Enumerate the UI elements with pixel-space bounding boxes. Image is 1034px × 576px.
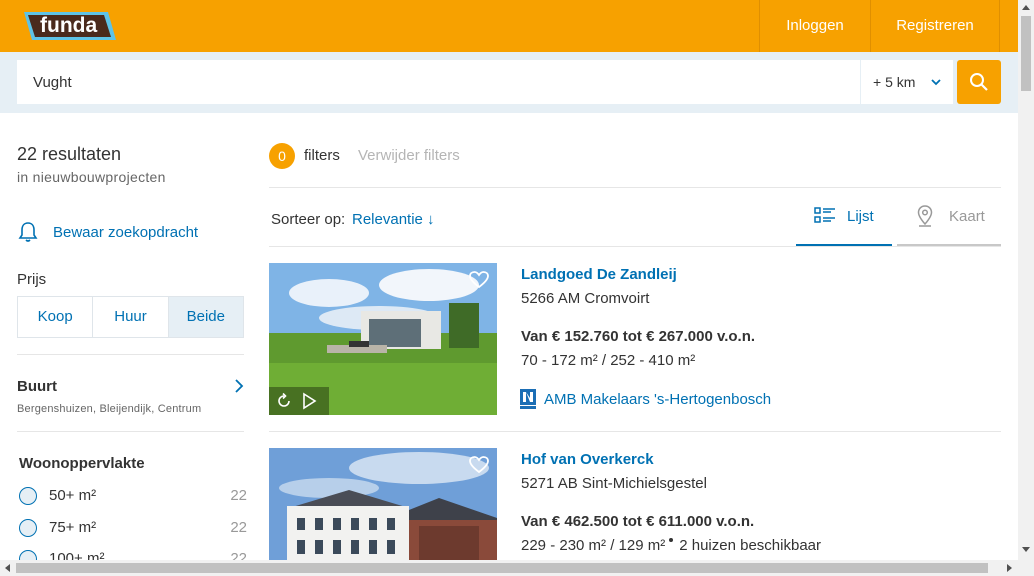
sort-select[interactable]: Relevantie ↓: [352, 211, 435, 228]
woon-option-label: 50+ m²: [49, 487, 97, 504]
location-search-input[interactable]: [17, 60, 860, 104]
woon-option[interactable]: 50+ m² 22: [19, 486, 247, 506]
sort-label: Sorteer op:: [271, 211, 346, 228]
listing-divider: [269, 431, 1001, 432]
listing-availability: 2 huizen beschikbaar: [679, 537, 821, 554]
buurt-filter-summary: Bergenshuizen, Bleijendijk, Centrum: [17, 403, 202, 415]
tab-list-view[interactable]: Lijst: [796, 192, 892, 246]
listing-size: 229 - 230 m² / 129 m²: [521, 537, 666, 554]
radio-button[interactable]: [19, 487, 37, 505]
login-link[interactable]: Inloggen: [759, 0, 870, 52]
top-header: funda Inloggen Registreren: [0, 0, 1018, 52]
filters-label[interactable]: filters: [304, 147, 340, 164]
results-count: 22 resultaten: [17, 144, 122, 164]
radius-value: + 5 km: [873, 74, 916, 90]
scroll-right-arrow[interactable]: [1007, 564, 1012, 572]
listing-size-row: 229 - 230 m² / 129 m² 2 huizen beschikbaa…: [521, 537, 821, 554]
filter-count-badge: 0: [269, 143, 295, 169]
vertical-scroll-thumb[interactable]: [1021, 16, 1031, 91]
heart-icon[interactable]: [469, 456, 489, 474]
woonoppervlakte-title: Woonoppervlakte: [19, 455, 145, 472]
results-subtitle: in nieuwbouwprojecten: [17, 169, 166, 185]
listing-address: 5271 AB Sint-Michielsgestel: [521, 475, 707, 492]
listing-title[interactable]: Hof van Overkerck: [521, 451, 654, 468]
price-type-toggle: Koop Huur Beide: [17, 296, 244, 338]
woon-option[interactable]: 75+ m² 22: [19, 518, 247, 538]
bell-icon: [18, 222, 38, 242]
heart-icon[interactable]: [469, 271, 489, 289]
play-video-icon[interactable]: [301, 392, 317, 410]
price-option-huur[interactable]: Huur: [93, 297, 169, 337]
radio-button[interactable]: [19, 519, 37, 537]
listing-address: 5266 AM Cromvoirt: [521, 290, 650, 307]
listing-price: Van € 462.500 tot € 611.000 v.o.n.: [521, 513, 755, 530]
listing-photo[interactable]: [269, 263, 497, 415]
listing-photo[interactable]: [269, 448, 497, 576]
scroll-down-arrow[interactable]: [1022, 547, 1030, 552]
search-bar: + 5 km: [0, 52, 1018, 113]
tab-map-label: Kaart: [949, 208, 985, 225]
logo-text: funda: [40, 14, 98, 37]
listing-price: Van € 152.760 tot € 267.000 v.o.n.: [521, 328, 756, 345]
sidebar-divider: [17, 431, 244, 432]
woon-option-label: 75+ m²: [49, 519, 97, 536]
360-view-icon[interactable]: [275, 392, 293, 410]
woon-option-count: 22: [230, 487, 247, 504]
register-link[interactable]: Registreren: [870, 0, 1000, 52]
woon-option-count: 22: [230, 519, 247, 536]
vertical-scrollbar[interactable]: [1018, 0, 1034, 576]
listing-title[interactable]: Landgoed De Zandleij: [521, 266, 677, 283]
separator-dot: [669, 538, 674, 542]
main-divider: [269, 246, 1001, 247]
media-bar: [269, 387, 329, 415]
funda-logo[interactable]: funda: [18, 8, 118, 44]
search-button[interactable]: [957, 60, 1001, 104]
scroll-up-arrow[interactable]: [1022, 5, 1030, 10]
listing-size: 70 - 172 m² / 252 - 410 m²: [521, 352, 696, 369]
buurt-filter-title[interactable]: Buurt: [17, 378, 57, 395]
tab-list-label: Lijst: [847, 208, 874, 225]
save-search-link[interactable]: Bewaar zoekopdracht: [18, 220, 198, 244]
agent-link[interactable]: AMB Makelaars 's-Hertogenbosch: [520, 388, 771, 410]
price-filter-label: Prijs: [17, 271, 47, 288]
tab-map-view[interactable]: Kaart: [897, 192, 1001, 246]
chevron-right-icon[interactable]: [233, 378, 245, 394]
price-option-koop[interactable]: Koop: [18, 297, 94, 337]
list-icon: [814, 207, 835, 223]
price-option-beide[interactable]: Beide: [168, 297, 243, 337]
main-divider: [269, 187, 1001, 188]
search-icon: [970, 73, 988, 91]
horizontal-scrollbar[interactable]: [0, 560, 1018, 576]
chevron-down-icon: [931, 79, 941, 86]
sidebar-divider: [17, 354, 244, 355]
remove-filters-link[interactable]: Verwijder filters: [358, 147, 460, 164]
map-pin-icon: [917, 205, 933, 227]
nvm-logo-icon: [520, 389, 536, 409]
agent-name: AMB Makelaars 's-Hertogenbosch: [544, 390, 772, 408]
radius-select[interactable]: + 5 km: [861, 60, 953, 104]
save-search-label: Bewaar zoekopdracht: [53, 223, 199, 241]
scroll-left-arrow[interactable]: [5, 564, 10, 572]
horizontal-scroll-thumb[interactable]: [16, 563, 988, 573]
